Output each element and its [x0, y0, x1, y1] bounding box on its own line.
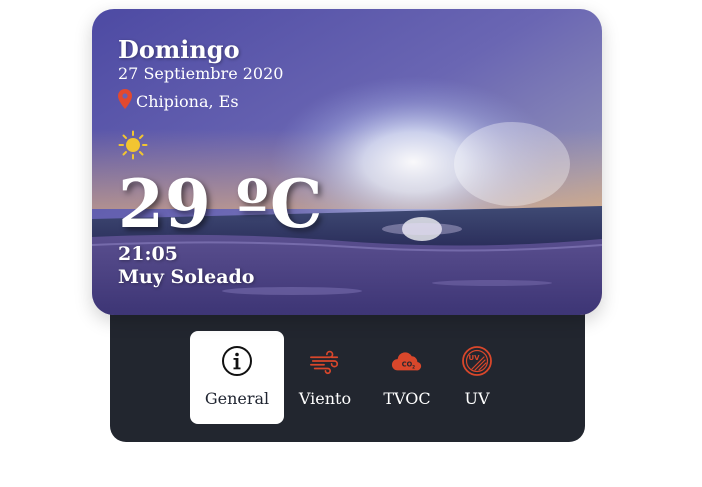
time-text: 21:05	[118, 243, 178, 265]
sun-icon	[118, 130, 148, 160]
uv-icon: UV	[461, 345, 493, 377]
tab-tvoc[interactable]: CO 2 TVOC	[366, 331, 448, 424]
day-name: Domingo	[118, 35, 240, 64]
svg-text:2: 2	[412, 365, 415, 370]
map-pin-icon	[118, 89, 132, 113]
tab-bar: General Viento CO 2 TVOC UV UV	[190, 331, 506, 424]
wind-icon	[309, 345, 341, 377]
weather-widget: General Viento CO 2 TVOC UV UV Domingo 2…	[0, 0, 702, 487]
location: Chipiona, Es	[118, 89, 239, 113]
info-icon	[221, 345, 253, 377]
location-text: Chipiona, Es	[136, 91, 239, 111]
co2-cloud-icon: CO 2	[391, 345, 423, 377]
svg-text:UV: UV	[468, 354, 480, 362]
weather-card: Domingo 27 Septiembre 2020 Chipiona, Es	[92, 9, 602, 315]
tab-uv[interactable]: UV UV	[448, 331, 506, 424]
date-text: 27 Septiembre 2020	[118, 64, 284, 83]
tab-label: TVOC	[383, 389, 431, 408]
tab-viento[interactable]: Viento	[284, 331, 366, 424]
tab-label: Viento	[298, 389, 352, 408]
tab-general[interactable]: General	[190, 331, 284, 424]
svg-text:CO: CO	[402, 361, 413, 369]
tab-label: UV	[464, 389, 490, 408]
temperature: 29 ºC	[118, 165, 324, 243]
condition-text: Muy Soleado	[118, 266, 255, 288]
tab-label: General	[204, 389, 270, 408]
